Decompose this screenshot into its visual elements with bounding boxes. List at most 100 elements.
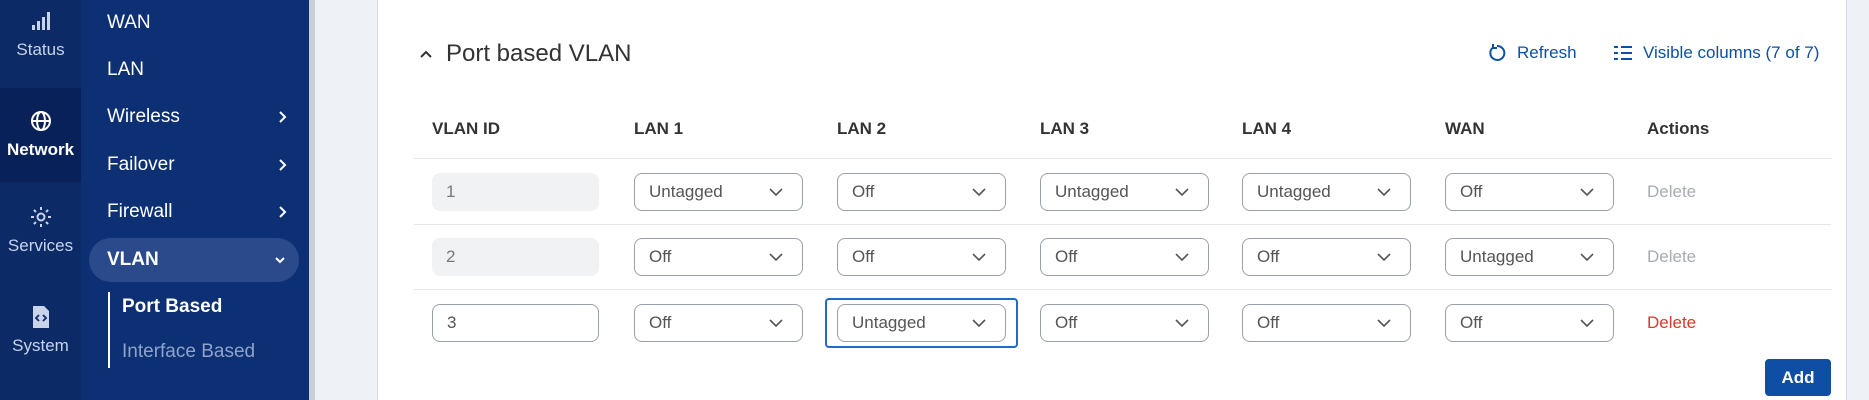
file-code-icon [28,304,54,330]
icon-rail: Status Network Services System [0,0,81,400]
wan-select[interactable]: Off [1445,304,1614,342]
section-header[interactable]: Port based VLAN [418,40,631,68]
chevron-right-icon [279,159,287,171]
select-value: Off [1257,313,1280,332]
select-value: Off [1055,247,1078,266]
refresh-label: Refresh [1517,43,1577,62]
row-divider [414,158,1831,159]
chevron-down-icon [769,253,783,262]
chevron-down-icon [1377,319,1391,328]
refresh-icon [1489,44,1506,61]
chevron-down-icon [972,188,986,197]
chevron-down-icon [1175,188,1189,197]
lan2-select[interactable]: Untagged [837,304,1006,342]
column-header-actions: Actions [1647,119,1710,138]
nav-item-label: WAN [107,12,151,33]
nav-item-label: Firewall [107,201,173,222]
chevron-down-icon [1377,188,1391,197]
delete-button[interactable]: Delete [1647,247,1696,267]
rail-item-label: Services [7,236,74,255]
select-value: Off [852,247,875,266]
column-header-lan3[interactable]: LAN 3 [1040,119,1089,139]
vlan-id-field: 2 [432,238,599,276]
lan1-select[interactable]: Off [634,238,803,276]
column-header-lan2[interactable]: LAN 2 [837,119,886,139]
columns-icon [1614,46,1632,60]
chevron-down-icon [972,253,986,262]
chevron-up-icon [420,50,432,58]
subnav-item-port-based[interactable]: Port Based [122,296,222,318]
nav-item-label: Failover [107,154,175,175]
column-header-wan[interactable]: WAN [1445,119,1485,139]
rail-item-label: System [12,336,69,355]
nav-item-firewall[interactable]: Firewall [81,190,309,234]
vlan-id-input[interactable]: 3 [432,304,599,342]
delete-button[interactable]: Delete [1647,313,1696,333]
column-header-lan4[interactable]: LAN 4 [1242,119,1291,139]
subnav-item-interface-based[interactable]: Interface Based [122,341,255,363]
lan4-select[interactable]: Untagged [1242,173,1411,211]
globe-icon [28,108,54,134]
network-nav: WAN LAN Wireless Failover Firewall VLAN [81,0,309,400]
wan-select[interactable]: Untagged [1445,238,1614,276]
select-value: Untagged [1460,247,1534,266]
nav-item-wireless[interactable]: Wireless [81,95,309,139]
rail-item-status[interactable]: Status [0,0,81,82]
chevron-down-icon [769,319,783,328]
submenu-indicator [108,292,110,368]
chevron-down-icon [1377,253,1391,262]
visible-columns-label: Visible columns (7 of 7) [1643,43,1820,62]
rail-item-system[interactable]: System [0,300,81,380]
chevron-right-icon [279,111,287,123]
column-header-vlan-id[interactable]: VLAN ID [432,119,500,139]
gear-icon [28,204,54,230]
lan2-select[interactable]: Off [837,173,1006,211]
refresh-button[interactable]: Refresh [1487,43,1577,63]
add-button[interactable]: Add [1765,359,1831,396]
delete-button[interactable]: Delete [1647,182,1696,202]
nav-item-label: VLAN [107,249,159,270]
row-divider [414,289,1831,290]
chevron-down-icon [1175,253,1189,262]
select-value: Off [1055,313,1078,332]
section-title: Port based VLAN [446,40,632,67]
rail-item-network[interactable]: Network [0,88,81,182]
chevron-down-icon [1175,319,1189,328]
lan1-select[interactable]: Off [634,304,803,342]
nav-item-failover[interactable]: Failover [81,143,309,187]
wan-select[interactable]: Off [1445,173,1614,211]
nav-item-vlan[interactable]: VLAN [89,238,299,282]
select-value: Off [1257,247,1280,266]
select-value: Untagged [852,313,926,332]
lan1-select[interactable]: Untagged [634,173,803,211]
nav-item-label: Wireless [107,106,180,127]
nav-item-wan[interactable]: WAN [81,1,309,45]
row-divider [414,224,1831,225]
chevron-down-icon [769,188,783,197]
select-value: Untagged [1257,182,1331,201]
lan2-select[interactable]: Off [837,238,1006,276]
chevron-down-icon [1580,188,1594,197]
visible-columns-button[interactable]: Visible columns (7 of 7) [1613,43,1819,63]
chevron-down-icon [275,257,285,264]
rail-item-services[interactable]: Services [0,200,81,280]
nav-item-lan[interactable]: LAN [81,48,309,92]
select-value: Off [1460,313,1483,332]
chevron-right-icon [279,206,287,218]
select-value: Untagged [1055,182,1129,201]
lan3-select[interactable]: Untagged [1040,173,1209,211]
select-value: Off [649,247,672,266]
lan4-select[interactable]: Off [1242,238,1411,276]
chevron-down-icon [1580,253,1594,262]
vlan-id-field: 1 [432,173,599,211]
chevron-down-icon [1580,319,1594,328]
rail-item-label: Status [16,40,65,59]
rail-item-label: Network [6,140,75,159]
column-header-lan1[interactable]: LAN 1 [634,119,683,139]
nav-item-label: LAN [107,59,144,80]
lan3-select[interactable]: Off [1040,238,1209,276]
signal-icon [28,8,54,34]
lan3-select[interactable]: Off [1040,304,1209,342]
chevron-down-icon [972,319,986,328]
lan4-select[interactable]: Off [1242,304,1411,342]
